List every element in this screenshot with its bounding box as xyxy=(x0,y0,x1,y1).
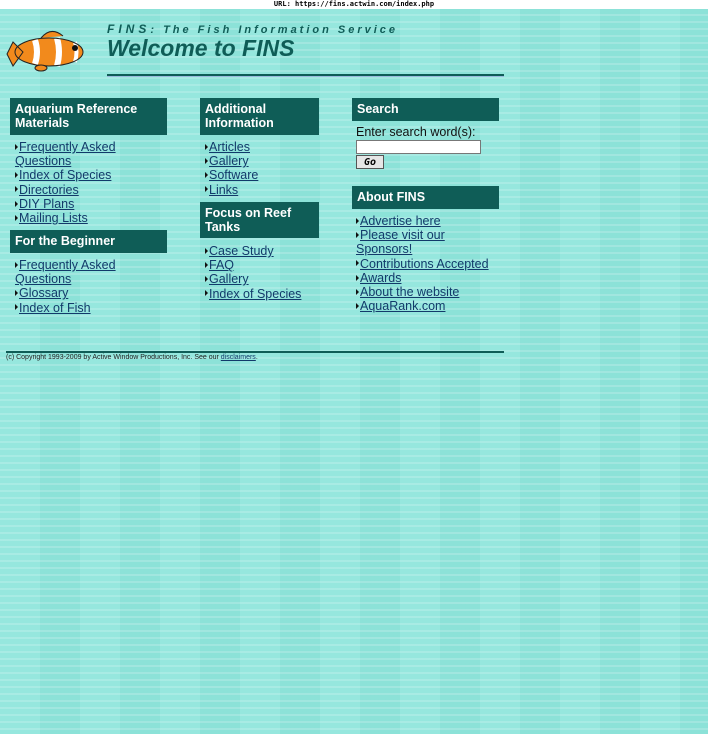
nav-link[interactable]: Awards xyxy=(360,271,401,285)
list-item: DIY Plans xyxy=(15,197,165,211)
nav-link[interactable]: Frequently Asked Questions xyxy=(15,258,116,286)
list-item: Awards xyxy=(356,271,496,285)
header-divider xyxy=(107,74,504,77)
list-item: AquaRank.com xyxy=(356,299,496,313)
search-label: Enter search word(s): xyxy=(356,125,476,139)
about-heading: About FINS xyxy=(352,186,499,209)
aquarium-heading: Aquarium Reference Materials xyxy=(10,98,167,135)
bullet-icon xyxy=(205,261,208,268)
list-item: Advertise here xyxy=(356,214,496,228)
bullet-icon xyxy=(205,172,208,179)
list-item: Mailing Lists xyxy=(15,211,165,225)
aquarium-list: Frequently Asked Questions Index of Speci… xyxy=(15,140,165,225)
url-bar: URL: https://fins.actwin.com/index.php xyxy=(0,0,708,9)
nav-link[interactable]: DIY Plans xyxy=(19,197,74,211)
list-item: Links xyxy=(205,183,320,197)
bullet-icon xyxy=(205,186,208,193)
copyright-text: (c) Copyright 1993-2009 by Active Window… xyxy=(6,354,219,361)
list-item: Gallery xyxy=(205,154,320,168)
footer-suffix: . xyxy=(255,354,258,361)
list-item: Articles xyxy=(205,140,320,154)
list-item: Glossary xyxy=(15,286,165,300)
bullet-icon xyxy=(205,157,208,164)
additional-heading: Additional Information xyxy=(200,98,319,135)
list-item: Index of Species xyxy=(205,287,320,301)
bullet-icon xyxy=(356,274,359,281)
nav-link[interactable]: Glossary xyxy=(19,286,68,300)
tagline-name: FINS xyxy=(107,22,151,36)
beginner-heading: For the Beginner xyxy=(10,230,167,253)
bullet-icon xyxy=(205,276,208,283)
list-item: Frequently Asked Questions xyxy=(15,140,165,168)
search-input[interactable] xyxy=(356,140,481,154)
list-item: About the website xyxy=(356,285,496,299)
bullet-icon xyxy=(15,304,18,311)
footer: (c) Copyright 1993-2009 by Active Window… xyxy=(6,354,258,361)
bullet-icon xyxy=(356,217,359,224)
list-item: Case Study xyxy=(205,244,320,258)
bullet-icon xyxy=(15,186,18,193)
nav-link[interactable]: Links xyxy=(209,183,238,197)
nav-link[interactable]: Index of Species xyxy=(209,287,301,301)
bullet-icon xyxy=(15,290,18,297)
bullet-icon xyxy=(15,172,18,179)
reef-list: Case Study FAQ Gallery Index of Species xyxy=(205,244,320,301)
nav-link[interactable]: About the website xyxy=(360,285,459,299)
bullet-icon xyxy=(15,261,18,268)
nav-link[interactable]: Frequently Asked Questions xyxy=(15,140,116,168)
bullet-icon xyxy=(15,200,18,207)
footer-divider xyxy=(6,351,504,353)
disclaimers-link[interactable]: disclaimers xyxy=(221,354,256,361)
nav-link[interactable]: Please visit our Sponsors! xyxy=(356,228,445,256)
bullet-icon xyxy=(15,143,18,150)
reef-heading: Focus on Reef Tanks xyxy=(200,202,319,238)
bullet-icon xyxy=(356,260,359,267)
page-title: Welcome to FINS xyxy=(107,35,295,61)
nav-link[interactable]: Index of Fish xyxy=(19,301,91,315)
list-item: Index of Species xyxy=(15,168,165,182)
clownfish-icon xyxy=(6,31,84,72)
list-item: Index of Fish xyxy=(15,301,165,315)
bullet-icon xyxy=(205,247,208,254)
go-button[interactable]: Go xyxy=(356,155,384,169)
bullet-icon xyxy=(356,231,359,238)
nav-link[interactable]: FAQ xyxy=(209,258,234,272)
list-item: FAQ xyxy=(205,258,320,272)
nav-link[interactable]: Software xyxy=(209,168,258,182)
nav-link[interactable]: Mailing Lists xyxy=(19,211,88,225)
nav-link[interactable]: Gallery xyxy=(209,154,249,168)
bullet-icon xyxy=(15,214,18,221)
bullet-icon xyxy=(205,143,208,150)
about-list: Advertise here Please visit our Sponsors!… xyxy=(356,214,496,313)
bullet-icon xyxy=(356,302,359,309)
list-item: Directories xyxy=(15,183,165,197)
search-heading: Search xyxy=(352,98,499,121)
site-tagline: FINS: The Fish Information Service xyxy=(107,22,398,36)
nav-link[interactable]: Index of Species xyxy=(19,168,111,182)
list-item: Contributions Accepted xyxy=(356,257,496,271)
beginner-list: Frequently Asked Questions Glossary Index … xyxy=(15,258,165,315)
nav-link[interactable]: Case Study xyxy=(209,244,274,258)
nav-link[interactable]: Advertise here xyxy=(360,214,441,228)
nav-link[interactable]: Contributions Accepted xyxy=(360,257,489,271)
bullet-icon xyxy=(205,290,208,297)
additional-list: Articles Gallery Software Links xyxy=(205,140,320,197)
nav-link[interactable]: AquaRank.com xyxy=(360,299,445,313)
list-item: Frequently Asked Questions xyxy=(15,258,165,286)
list-item: Please visit our Sponsors! xyxy=(356,228,496,256)
bullet-icon xyxy=(356,288,359,295)
list-item: Gallery xyxy=(205,272,320,286)
nav-link[interactable]: Gallery xyxy=(209,272,249,286)
nav-link[interactable]: Articles xyxy=(209,140,250,154)
nav-link[interactable]: Directories xyxy=(19,183,79,197)
list-item: Software xyxy=(205,168,320,182)
